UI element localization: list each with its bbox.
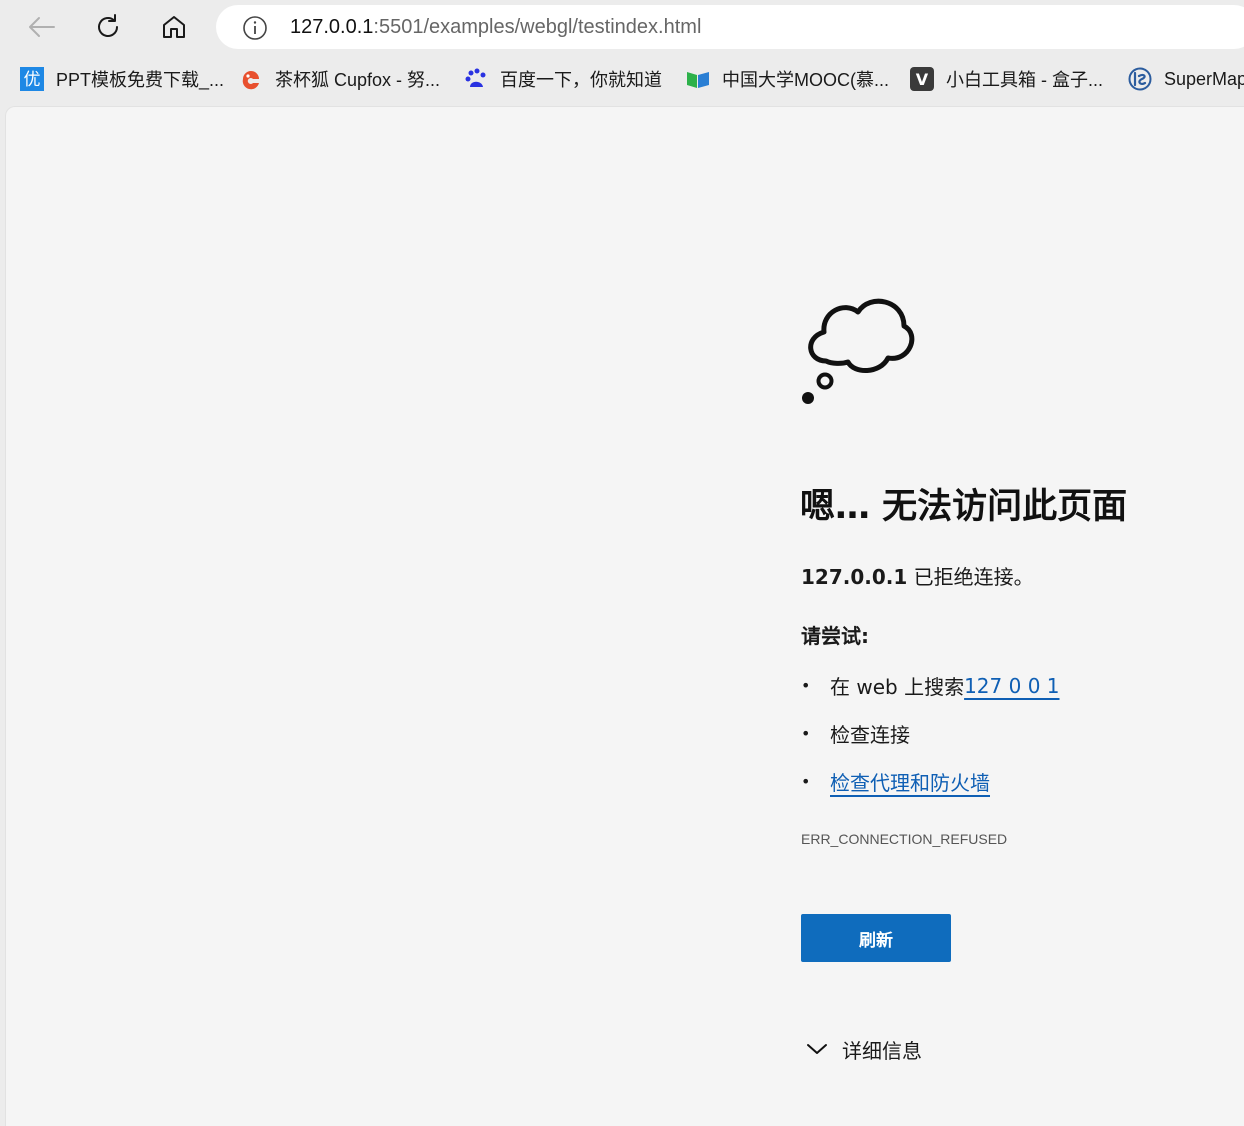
error-host: 127.0.0.1 xyxy=(801,565,908,589)
arrow-left-icon xyxy=(29,17,55,37)
supermap-logo-icon xyxy=(1128,67,1152,91)
url-host: 127.0.0.1 xyxy=(290,16,374,38)
bullet: • xyxy=(801,724,811,743)
cupfox-logo-icon xyxy=(239,67,263,91)
browser-toolbar: 127.0.0.1:5501/examples/webgl/testindex.… xyxy=(0,0,1244,54)
bookmark-label: 小白工具箱 - 盒子... xyxy=(946,70,1103,90)
bookmark-baidu[interactable]: 百度一下，你就知道 xyxy=(464,64,662,94)
suggestions-heading: 请尝试: xyxy=(801,624,869,648)
url-path: :5501/examples/webgl/testindex.html xyxy=(373,16,702,38)
suggestion-text: 在 web 上搜索 xyxy=(830,675,965,699)
bookmark-label: 百度一下，你就知道 xyxy=(500,70,662,90)
back-button[interactable] xyxy=(22,8,60,46)
error-code: ERR_CONNECTION_REFUSED xyxy=(801,831,1008,847)
you-logo-icon: 优 xyxy=(20,67,44,91)
bookmarks-bar: 优 PPT模板免费下载_... 茶杯狐 Cupfox - 努... 百度一下，你… xyxy=(0,56,1244,102)
bookmark-label: PPT模板免费下载_... xyxy=(56,70,225,90)
home-button[interactable] xyxy=(155,8,193,46)
bullet: • xyxy=(801,772,811,791)
proxy-firewall-link[interactable]: 检查代理和防火墙 xyxy=(830,767,990,796)
reload-button[interactable] xyxy=(89,8,127,46)
error-message-text: 已拒绝连接。 xyxy=(907,565,1034,589)
suggestion-proxy-firewall: • 检查代理和防火墙 xyxy=(801,767,990,796)
suggestion-search: • 在 web 上搜索 127 0 0 1 xyxy=(801,671,1060,700)
bookmark-label: SuperMap xyxy=(1164,68,1244,89)
url-text[interactable]: 127.0.0.1:5501/examples/webgl/testindex.… xyxy=(290,16,701,39)
bookmark-label: 茶杯狐 Cupfox - 努... xyxy=(275,70,441,90)
suggestion-check-connection: • 检查连接 xyxy=(801,719,910,748)
bookmark-mooc[interactable]: 中国大学MOOC(慕... xyxy=(686,64,889,94)
page-content xyxy=(5,106,1244,1126)
bookmark-cupfox[interactable]: 茶杯狐 Cupfox - 努... xyxy=(239,64,440,94)
suggestion-text: 检查连接 xyxy=(830,723,910,747)
baidu-paw-icon xyxy=(464,67,488,91)
bookmark-ppt[interactable]: 优 PPT模板免费下载_... xyxy=(20,64,224,94)
thought-cloud-icon xyxy=(802,298,915,404)
page-title: 嗯… 无法访问此页面 xyxy=(800,487,1128,527)
details-toggle[interactable]: 详细信息 xyxy=(806,1034,922,1064)
details-label: 详细信息 xyxy=(842,1038,922,1063)
bullet: • xyxy=(801,676,811,695)
bookmark-xiaobai[interactable]: V 小白工具箱 - 盒子... xyxy=(910,64,1103,94)
v-logo-icon: V xyxy=(910,67,934,91)
svg-text:V: V xyxy=(916,70,929,89)
refresh-button[interactable]: 刷新 xyxy=(801,914,951,962)
search-web-link[interactable]: 127 0 0 1 xyxy=(964,674,1059,698)
address-bar[interactable]: 127.0.0.1:5501/examples/webgl/testindex.… xyxy=(216,5,1244,49)
mooc-logo-icon xyxy=(686,67,710,91)
bookmark-supermap[interactable]: SuperMap xyxy=(1128,64,1244,94)
error-message: 127.0.0.1 已拒绝连接。 xyxy=(801,561,1034,590)
svg-text:优: 优 xyxy=(24,70,41,90)
chevron-down-icon xyxy=(806,1042,828,1056)
info-icon[interactable] xyxy=(242,15,268,41)
reload-icon xyxy=(98,14,118,37)
bookmark-label: 中国大学MOOC(慕... xyxy=(722,70,889,90)
home-icon xyxy=(163,16,185,38)
